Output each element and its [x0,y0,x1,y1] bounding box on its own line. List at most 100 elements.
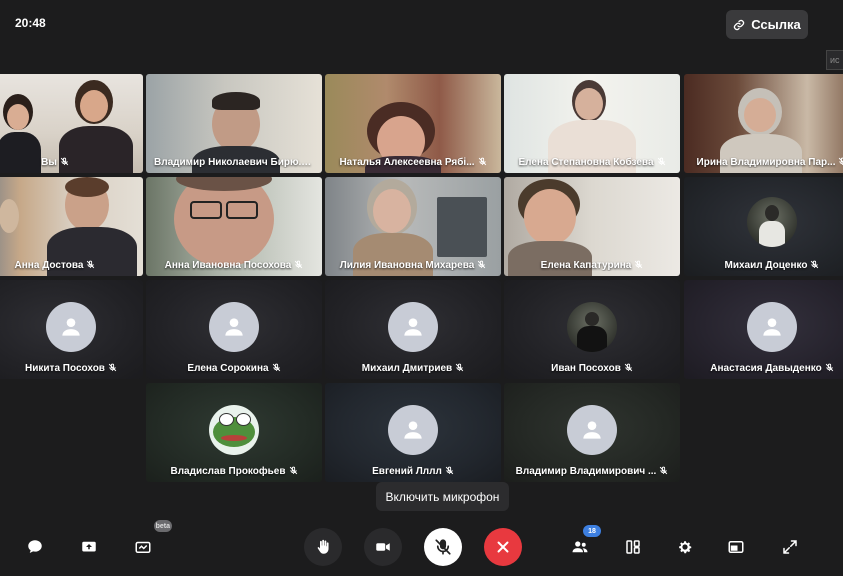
participant-tile[interactable]: Елена Капатурина [504,177,680,276]
user-placeholder-icon [404,318,422,336]
participant-name: Михаил Доценко [724,260,808,271]
mic-off-icon [478,157,486,166]
participant-avatar [567,302,617,352]
mic-off-icon [660,466,668,475]
participant-avatar [747,302,797,352]
camera-button[interactable] [364,528,402,566]
close-icon [497,541,509,553]
participants-count-badge: 18 [583,525,601,537]
participant-tile[interactable]: Лилия Ивановна Михарева [325,177,501,276]
participant-tile[interactable]: Владимир Владимирович ... [504,383,680,482]
gear-icon [679,541,692,554]
link-icon [734,19,745,30]
participant-tile[interactable]: Иван Посохов [504,280,680,379]
participant-name: Вы [41,157,57,168]
leave-call-button[interactable] [484,528,522,566]
whiteboard-button[interactable]: beta [124,520,172,566]
mic-tooltip: Включить микрофон [376,482,509,511]
user-placeholder-icon [225,318,243,336]
mic-off-icon [87,260,95,269]
participant-name: Владислав Прокофьев [170,466,286,477]
participant-tile[interactable]: Ирина Владимировна Пар... [684,74,843,173]
copy-link-label: Ссылка [751,17,801,32]
participant-tile[interactable]: Анна Ивановна Посохова [146,177,322,276]
participant-tile[interactable]: Елена Сорокина [146,280,322,379]
chat-icon [28,540,42,553]
fullscreen-button[interactable] [771,528,809,566]
participant-avatar [388,302,438,352]
side-panel-tab[interactable]: ис [826,50,843,70]
participant-name: Ирина Владимировна Пар... [696,157,836,168]
fullscreen-icon [783,540,797,554]
mic-off-icon [435,539,451,555]
settings-button[interactable] [666,528,704,566]
participant-avatar [209,302,259,352]
participant-avatar [209,405,259,455]
participant-name: Елена Степановна Кобзева [518,157,654,168]
mic-off-icon [445,466,454,475]
mic-off-icon [839,157,843,165]
mic-off-icon [289,466,297,475]
mic-off-icon [455,363,464,372]
mic-off-icon [478,260,486,269]
participants-icon [572,541,588,553]
participant-tile[interactable]: Наталья Алексеевна Рябі... [325,74,501,173]
participant-name: Анна Достова [14,260,84,271]
participant-name: Иван Посохов [551,363,621,374]
clock: 20:48 [15,16,46,30]
mic-off-icon [635,260,643,269]
participant-name: Евгений Лллл [372,466,442,477]
mic-off-icon [60,157,69,166]
participant-tile[interactable]: Вы [0,74,143,173]
participant-avatar [388,405,438,455]
participant-name: Елена Сорокина [187,363,269,374]
participant-name: Анастасия Давыденко [710,363,822,374]
participants-grid: Вы Владимир Николаевич Бирю... Наталья А… [0,74,843,484]
participant-tile[interactable]: Анна Достова [0,177,143,276]
chat-button[interactable] [16,528,54,566]
mic-off-icon [108,363,117,372]
participant-name: Никита Посохов [25,363,105,374]
raise-hand-icon [317,539,329,554]
mic-off-icon [295,260,303,269]
screen-share-button[interactable] [70,528,108,566]
participant-name: Елена Капатурина [540,260,632,271]
mic-off-icon [811,260,819,269]
raise-hand-button[interactable] [304,528,342,566]
participant-tile[interactable]: Анастасия Давыденко [684,280,843,379]
mic-off-icon [310,157,319,166]
participant-name: Лилия Ивановна Михарева [339,260,475,271]
copy-link-button[interactable]: Ссылка [726,10,808,39]
participant-tile[interactable]: Елена Степановна Кобзева [504,74,680,173]
mic-off-icon [825,363,833,372]
mic-off-icon [624,363,633,372]
participants-button[interactable]: 18 [561,525,601,566]
participant-name: Наталья Алексеевна Рябі... [339,157,475,168]
user-placeholder-icon [404,421,422,439]
mic-off-icon [272,363,280,372]
participant-tile[interactable]: Михаил Дмитриев [325,280,501,379]
microphone-button[interactable] [424,528,462,566]
user-placeholder-icon [62,318,80,336]
beta-badge: beta [153,520,172,532]
layout-button[interactable] [614,528,652,566]
participant-tile[interactable]: Никита Посохов [0,280,143,379]
user-placeholder-icon [583,421,601,439]
picture-in-picture-icon [728,541,744,553]
camera-icon [376,543,390,551]
participant-tile[interactable]: Михаил Доценко [684,177,843,276]
screen-share-icon [82,541,96,552]
bottom-toolbar: beta 18 [0,520,843,576]
user-placeholder-icon [763,318,781,336]
layout-icon [626,540,640,554]
mic-off-icon [657,157,665,166]
participant-tile[interactable]: Владимир Николаевич Бирю... [146,74,322,173]
participant-name: Владимир Владимирович ... [515,466,657,477]
picture-in-picture-button[interactable] [717,528,755,566]
participant-avatar [567,405,617,455]
participant-tile[interactable]: Евгений Лллл [325,383,501,482]
participant-name: Владимир Николаевич Бирю... [154,157,307,168]
participant-tile[interactable]: Владислав Прокофьев [146,383,322,482]
participant-name: Анна Ивановна Посохова [164,260,292,271]
participant-name: Михаил Дмитриев [361,363,453,374]
